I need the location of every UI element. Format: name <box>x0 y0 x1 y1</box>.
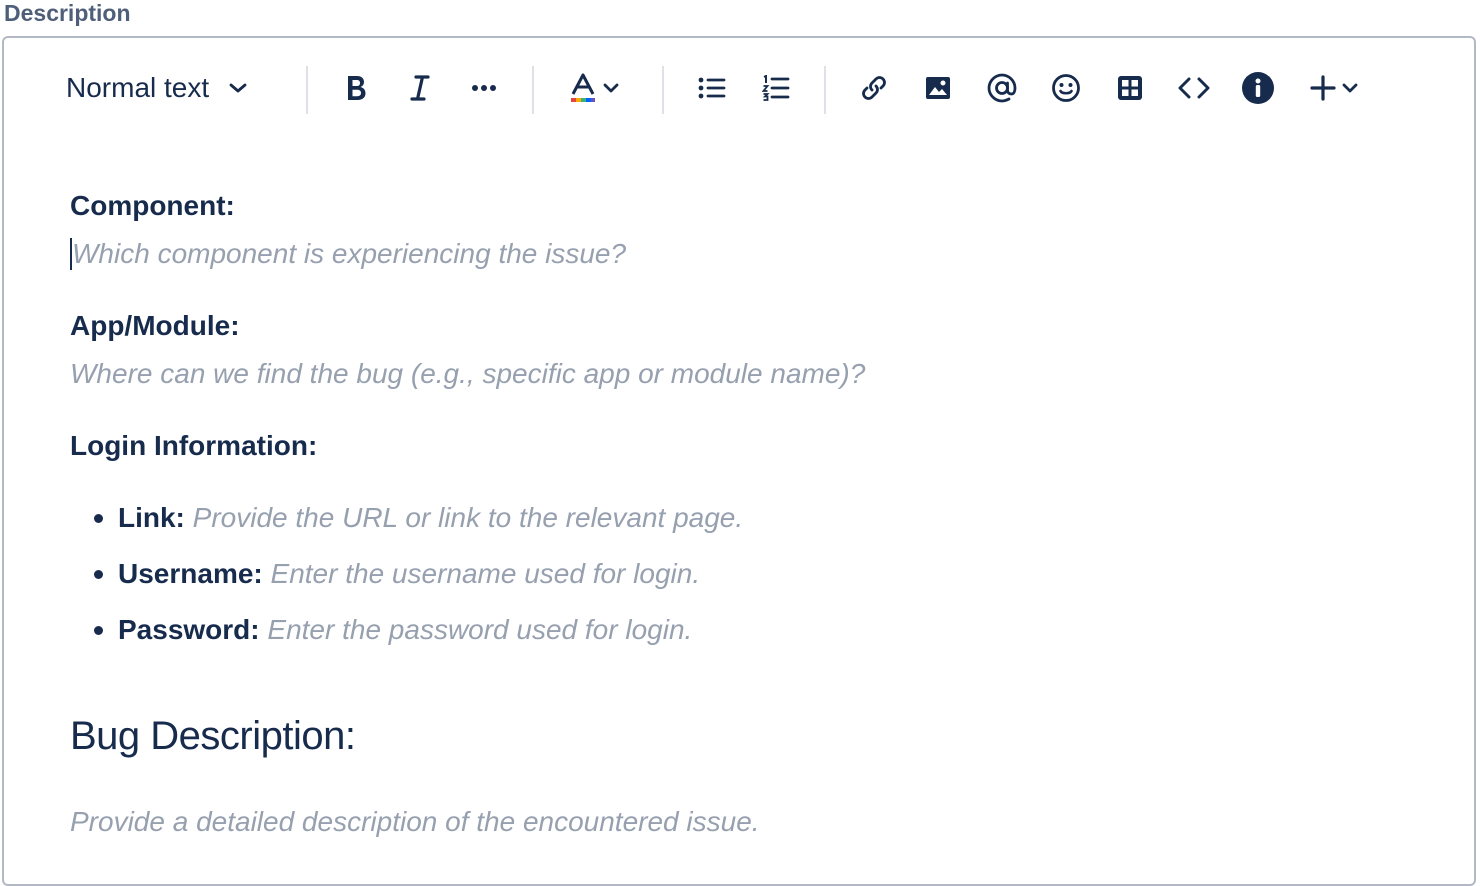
link-icon <box>860 74 888 102</box>
toolbar-divider <box>824 66 826 114</box>
list-bullet <box>94 626 103 635</box>
italic-button[interactable] <box>398 66 442 110</box>
image-button[interactable] <box>916 66 960 110</box>
mention-icon <box>987 73 1017 103</box>
numbered-list-button[interactable] <box>754 66 798 110</box>
toolbar-divider <box>532 66 534 114</box>
text-style-label: Normal text <box>66 72 210 103</box>
more-formatting-button[interactable] <box>462 66 506 110</box>
chevron-down-icon <box>603 83 619 93</box>
list-item-label: Username: <box>118 558 263 589</box>
editor-toolbar: Normal text <box>4 38 1474 138</box>
numbered-list-icon <box>762 75 790 101</box>
more-formatting-icon <box>471 84 497 92</box>
bullet-list-button[interactable] <box>690 66 734 110</box>
module-placeholder[interactable]: Where can we find the bug (e.g., specifi… <box>70 358 865 390</box>
info-icon <box>1242 72 1274 104</box>
field-label: Description <box>4 0 131 26</box>
chevron-down-icon <box>1342 83 1358 93</box>
bug-description-placeholder[interactable]: Provide a detailed description of the en… <box>70 806 760 838</box>
mention-button[interactable] <box>980 66 1024 110</box>
insert-menu-button[interactable] <box>1300 66 1368 110</box>
list-item[interactable]: Username: Enter the username used for lo… <box>118 558 700 590</box>
component-label: Component: <box>70 190 235 221</box>
text-style-dropdown[interactable]: Normal text <box>54 66 276 110</box>
toolbar-divider <box>306 66 308 114</box>
list-bullet <box>94 514 103 523</box>
bug-description-heading: Bug Description: <box>70 714 356 758</box>
info-panel-button[interactable] <box>1236 66 1280 110</box>
login-info-label: Login Information: <box>70 430 318 461</box>
bullet-list-icon <box>698 76 726 100</box>
insert-plus-icon <box>1310 75 1336 101</box>
link-button[interactable] <box>852 66 896 110</box>
list-bullet <box>94 570 103 579</box>
text-color-icon <box>569 73 597 103</box>
list-item[interactable]: Password: Enter the password used for lo… <box>118 614 692 646</box>
toolbar-divider <box>662 66 664 114</box>
list-item-hint: Enter the password used for login. <box>267 614 693 645</box>
component-placeholder[interactable]: Which component is experiencing the issu… <box>72 238 626 270</box>
list-item-hint: Provide the URL or link to the relevant … <box>192 502 744 533</box>
rich-text-editor[interactable]: Normal text Component: Which component i… <box>2 36 1476 886</box>
image-icon <box>925 76 951 100</box>
bold-button[interactable] <box>334 66 378 110</box>
emoji-button[interactable] <box>1044 66 1088 110</box>
table-icon <box>1117 75 1143 101</box>
chevron-down-icon <box>229 82 247 94</box>
italic-icon <box>409 74 431 102</box>
code-icon <box>1178 76 1210 100</box>
bold-icon <box>344 74 368 102</box>
code-button[interactable] <box>1172 66 1216 110</box>
text-color-button[interactable] <box>560 66 628 110</box>
list-item[interactable]: Link: Provide the URL or link to the rel… <box>118 502 743 534</box>
table-button[interactable] <box>1108 66 1152 110</box>
list-item-label: Link: <box>118 502 185 533</box>
emoji-icon <box>1051 73 1081 103</box>
list-item-label: Password: <box>118 614 260 645</box>
module-label: App/Module: <box>70 310 240 341</box>
list-item-hint: Enter the username used for login. <box>270 558 701 589</box>
